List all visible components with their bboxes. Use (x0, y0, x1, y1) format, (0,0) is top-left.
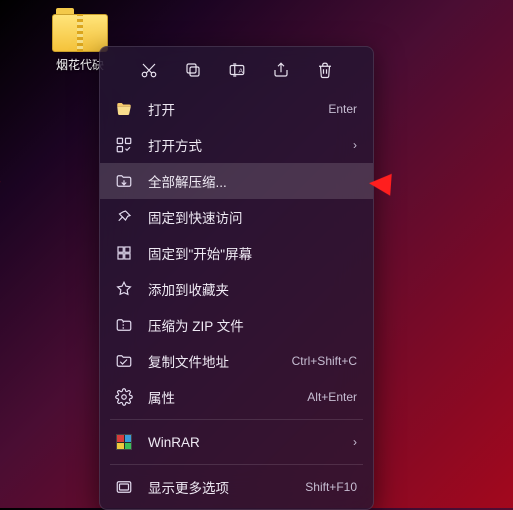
pin-start-icon (114, 243, 134, 263)
menu-item-10[interactable]: WinRAR › (100, 424, 373, 460)
svg-text:A: A (238, 68, 243, 75)
menu-separator (110, 419, 363, 420)
menu-item-label: 属性 (148, 387, 299, 407)
chevron-right-icon: › (353, 435, 357, 449)
menu-list: 打开 Enter 打开方式 › 全部解压缩... 固定到快速访问固定到"开始"屏幕添加到收… (100, 91, 373, 505)
star-icon (114, 279, 134, 299)
winrar-icon (114, 432, 134, 452)
menu-item-label: 全部解压缩... (148, 171, 357, 191)
menu-item-shortcut: Alt+Enter (307, 390, 357, 404)
menu-item-2[interactable]: 全部解压缩... (100, 163, 373, 199)
share-button[interactable] (270, 59, 292, 81)
cut-button[interactable] (138, 59, 160, 81)
zip-folder-icon (52, 8, 108, 52)
quick-actions-row: A (100, 53, 373, 91)
menu-item-6[interactable]: 压缩为 ZIP 文件 (100, 307, 373, 343)
context-menu: A 打开 Enter 打开方式 › 全部解压缩... 固定到快速访问固定到"开始"屏幕添加… (99, 46, 374, 510)
menu-item-label: 打开方式 (148, 135, 345, 155)
rename-button[interactable]: A (226, 59, 248, 81)
menu-item-shortcut: Ctrl+Shift+C (292, 354, 357, 368)
extract-all-icon (114, 171, 134, 191)
menu-item-5[interactable]: 添加到收藏夹 (100, 271, 373, 307)
menu-item-label: 复制文件地址 (148, 351, 284, 371)
menu-item-1[interactable]: 打开方式 › (100, 127, 373, 163)
menu-item-shortcut: Shift+F10 (305, 480, 357, 494)
zip-icon (114, 315, 134, 335)
menu-item-label: WinRAR (148, 435, 345, 450)
menu-item-0[interactable]: 打开 Enter (100, 91, 373, 127)
menu-item-8[interactable]: 属性 Alt+Enter (100, 379, 373, 415)
menu-item-label: 压缩为 ZIP 文件 (148, 315, 357, 335)
more-options-icon (114, 477, 134, 497)
menu-item-12[interactable]: 显示更多选项 Shift+F10 (100, 469, 373, 505)
menu-item-3[interactable]: 固定到快速访问 (100, 199, 373, 235)
copy-path-icon (114, 351, 134, 371)
pin-icon (114, 207, 134, 227)
menu-item-label: 添加到收藏夹 (148, 279, 357, 299)
folder-open-icon (114, 99, 134, 119)
menu-item-label: 打开 (148, 99, 320, 119)
menu-item-label: 固定到快速访问 (148, 207, 357, 227)
menu-separator (110, 464, 363, 465)
properties-icon (114, 387, 134, 407)
delete-button[interactable] (314, 59, 336, 81)
menu-item-label: 显示更多选项 (148, 477, 297, 497)
open-with-icon (114, 135, 134, 155)
chevron-right-icon: › (353, 138, 357, 152)
copy-button[interactable] (182, 59, 204, 81)
menu-item-4[interactable]: 固定到"开始"屏幕 (100, 235, 373, 271)
menu-item-shortcut: Enter (328, 102, 357, 116)
menu-item-label: 固定到"开始"屏幕 (148, 243, 357, 263)
menu-item-7[interactable]: 复制文件地址 Ctrl+Shift+C (100, 343, 373, 379)
